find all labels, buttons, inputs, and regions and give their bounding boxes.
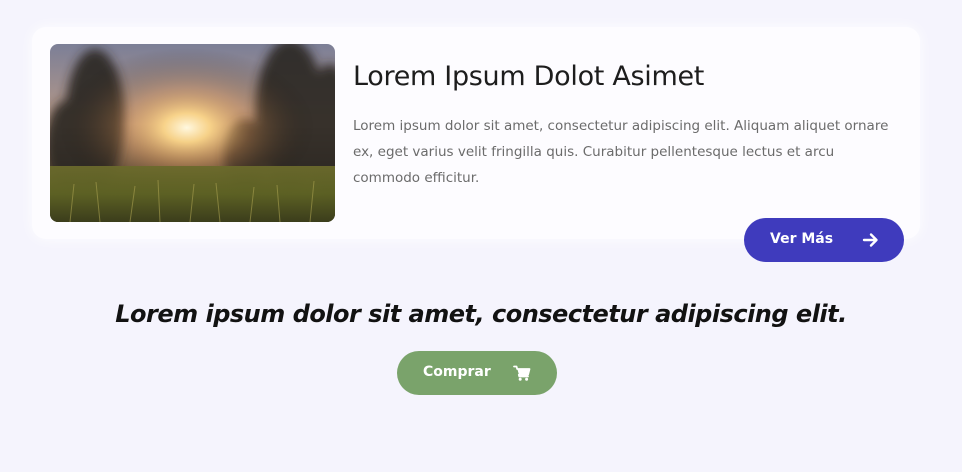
- card-description: Lorem ipsum dolor sit amet, consectetur …: [353, 118, 889, 186]
- shopping-cart-icon: [513, 364, 531, 382]
- comprar-label: Comprar: [423, 364, 491, 380]
- ver-mas-label: Ver Más: [770, 231, 834, 247]
- content-card: Lorem Ipsum Dolot Asimet Lorem ipsum dol…: [32, 27, 920, 239]
- arrow-right-icon: [862, 231, 880, 249]
- sunset-forest-image: [50, 44, 335, 222]
- ver-mas-button[interactable]: Ver Más: [744, 218, 904, 262]
- card-title: Lorem Ipsum Dolot Asimet: [353, 61, 705, 92]
- comprar-button[interactable]: Comprar: [397, 351, 557, 395]
- tagline: Lorem ipsum dolor sit amet, consectetur …: [115, 300, 847, 328]
